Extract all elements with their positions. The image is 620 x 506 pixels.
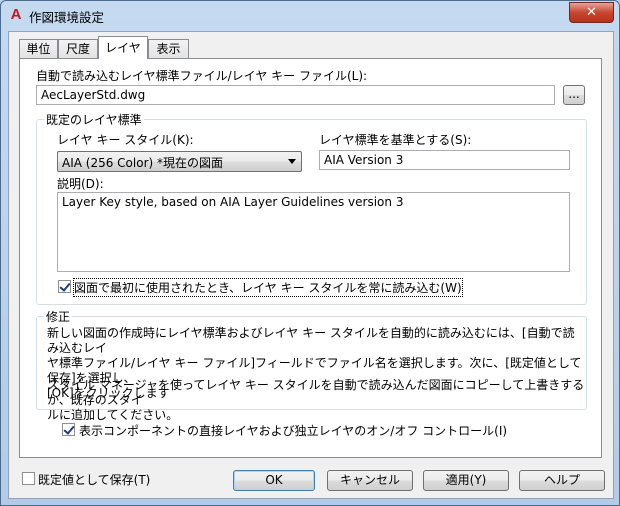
dialog-client-area: 単位 尺度 レイヤ 表示 自動で読み込むレイヤ標準ファイル/レイヤ キー ファイ… <box>8 31 614 499</box>
default-standard-title: 既定のレイヤ標準 <box>44 111 144 128</box>
dialog-window: A 作図環境設定 ✕ 単位 尺度 レイヤ 表示 自動で読み込むレイヤ標準ファイル… <box>0 0 620 506</box>
notes-p1-line1: 新しい図面の作成時にレイヤ標準およびレイヤ キー スタイルを自動的に読み込むには… <box>47 326 575 355</box>
chevron-down-icon <box>288 159 296 164</box>
save-default-checkbox[interactable] <box>22 472 35 485</box>
description-label: 説明(D): <box>57 177 104 191</box>
based-on-label: レイヤ標準を基準とする(S): <box>319 133 472 147</box>
close-button[interactable]: ✕ <box>569 2 614 23</box>
tab-units[interactable]: 単位 <box>19 39 58 58</box>
default-standard-group: 既定のレイヤ標準 レイヤ キー スタイル(K): AIA (256 Color)… <box>36 111 587 305</box>
notes-paragraph-2: スタイル マネージャを使ってレイヤ キー スタイルを自動で読み込んだ図面にコピー… <box>47 378 586 423</box>
window-title: 作図環境設定 <box>29 10 105 25</box>
auto-load-label: 自動で読み込むレイヤ標準ファイル/レイヤ キー ファイル(L): <box>36 69 368 83</box>
key-style-dropdown[interactable]: AIA (256 Color) *現在の図面 <box>57 151 302 172</box>
notes-p2-line1: スタイル マネージャを使ってレイヤ キー スタイルを自動で読み込んだ図面にコピー… <box>47 378 585 407</box>
title-bar[interactable]: A 作図環境設定 ✕ <box>1 1 619 29</box>
autocad-logo-icon: A <box>10 6 22 23</box>
description-textarea[interactable]: Layer Key style, based on AIA Layer Guid… <box>57 192 570 272</box>
help-button[interactable]: ヘルプ <box>519 470 605 491</box>
apply-button[interactable]: 適用(Y) <box>423 470 509 491</box>
based-on-field: AIA Version 3 <box>319 150 570 170</box>
component-control-label[interactable]: 表示コンポーネントの直接レイヤおよび独立レイヤのオン/オフ コントロール(I) <box>79 422 507 439</box>
tab-scale[interactable]: 尺度 <box>58 39 98 58</box>
ok-button[interactable]: OK <box>233 470 315 491</box>
tab-layer[interactable]: レイヤ <box>98 36 148 59</box>
component-control-checkbox[interactable] <box>62 423 75 436</box>
notes-group: 修正 新しい図面の作成時にレイヤ標準およびレイヤ キー スタイルを自動的に読み込… <box>36 308 587 422</box>
always-import-label[interactable]: 図面で最初に使用されたとき、レイヤ キー スタイルを常に読み込む(W) <box>73 278 463 297</box>
key-style-label: レイヤ キー スタイル(K): <box>57 133 194 147</box>
notes-p2-line2: ルに追加してください。 <box>47 408 179 422</box>
key-style-value: AIA (256 Color) *現在の図面 <box>62 156 223 170</box>
tab-display[interactable]: 表示 <box>148 39 189 58</box>
auto-load-file-input[interactable]: AecLayerStd.dwg <box>36 85 555 105</box>
notes-title: 修正 <box>44 308 73 325</box>
browse-button[interactable]: ... <box>563 85 585 105</box>
save-default-label[interactable]: 既定値として保存(T) <box>38 471 150 488</box>
cancel-button[interactable]: キャンセル <box>327 470 413 491</box>
close-icon: ✕ <box>586 5 597 20</box>
always-import-checkbox[interactable] <box>58 280 71 293</box>
layer-tab-panel: 自動で読み込むレイヤ標準ファイル/レイヤ キー ファイル(L): AecLaye… <box>19 58 602 458</box>
